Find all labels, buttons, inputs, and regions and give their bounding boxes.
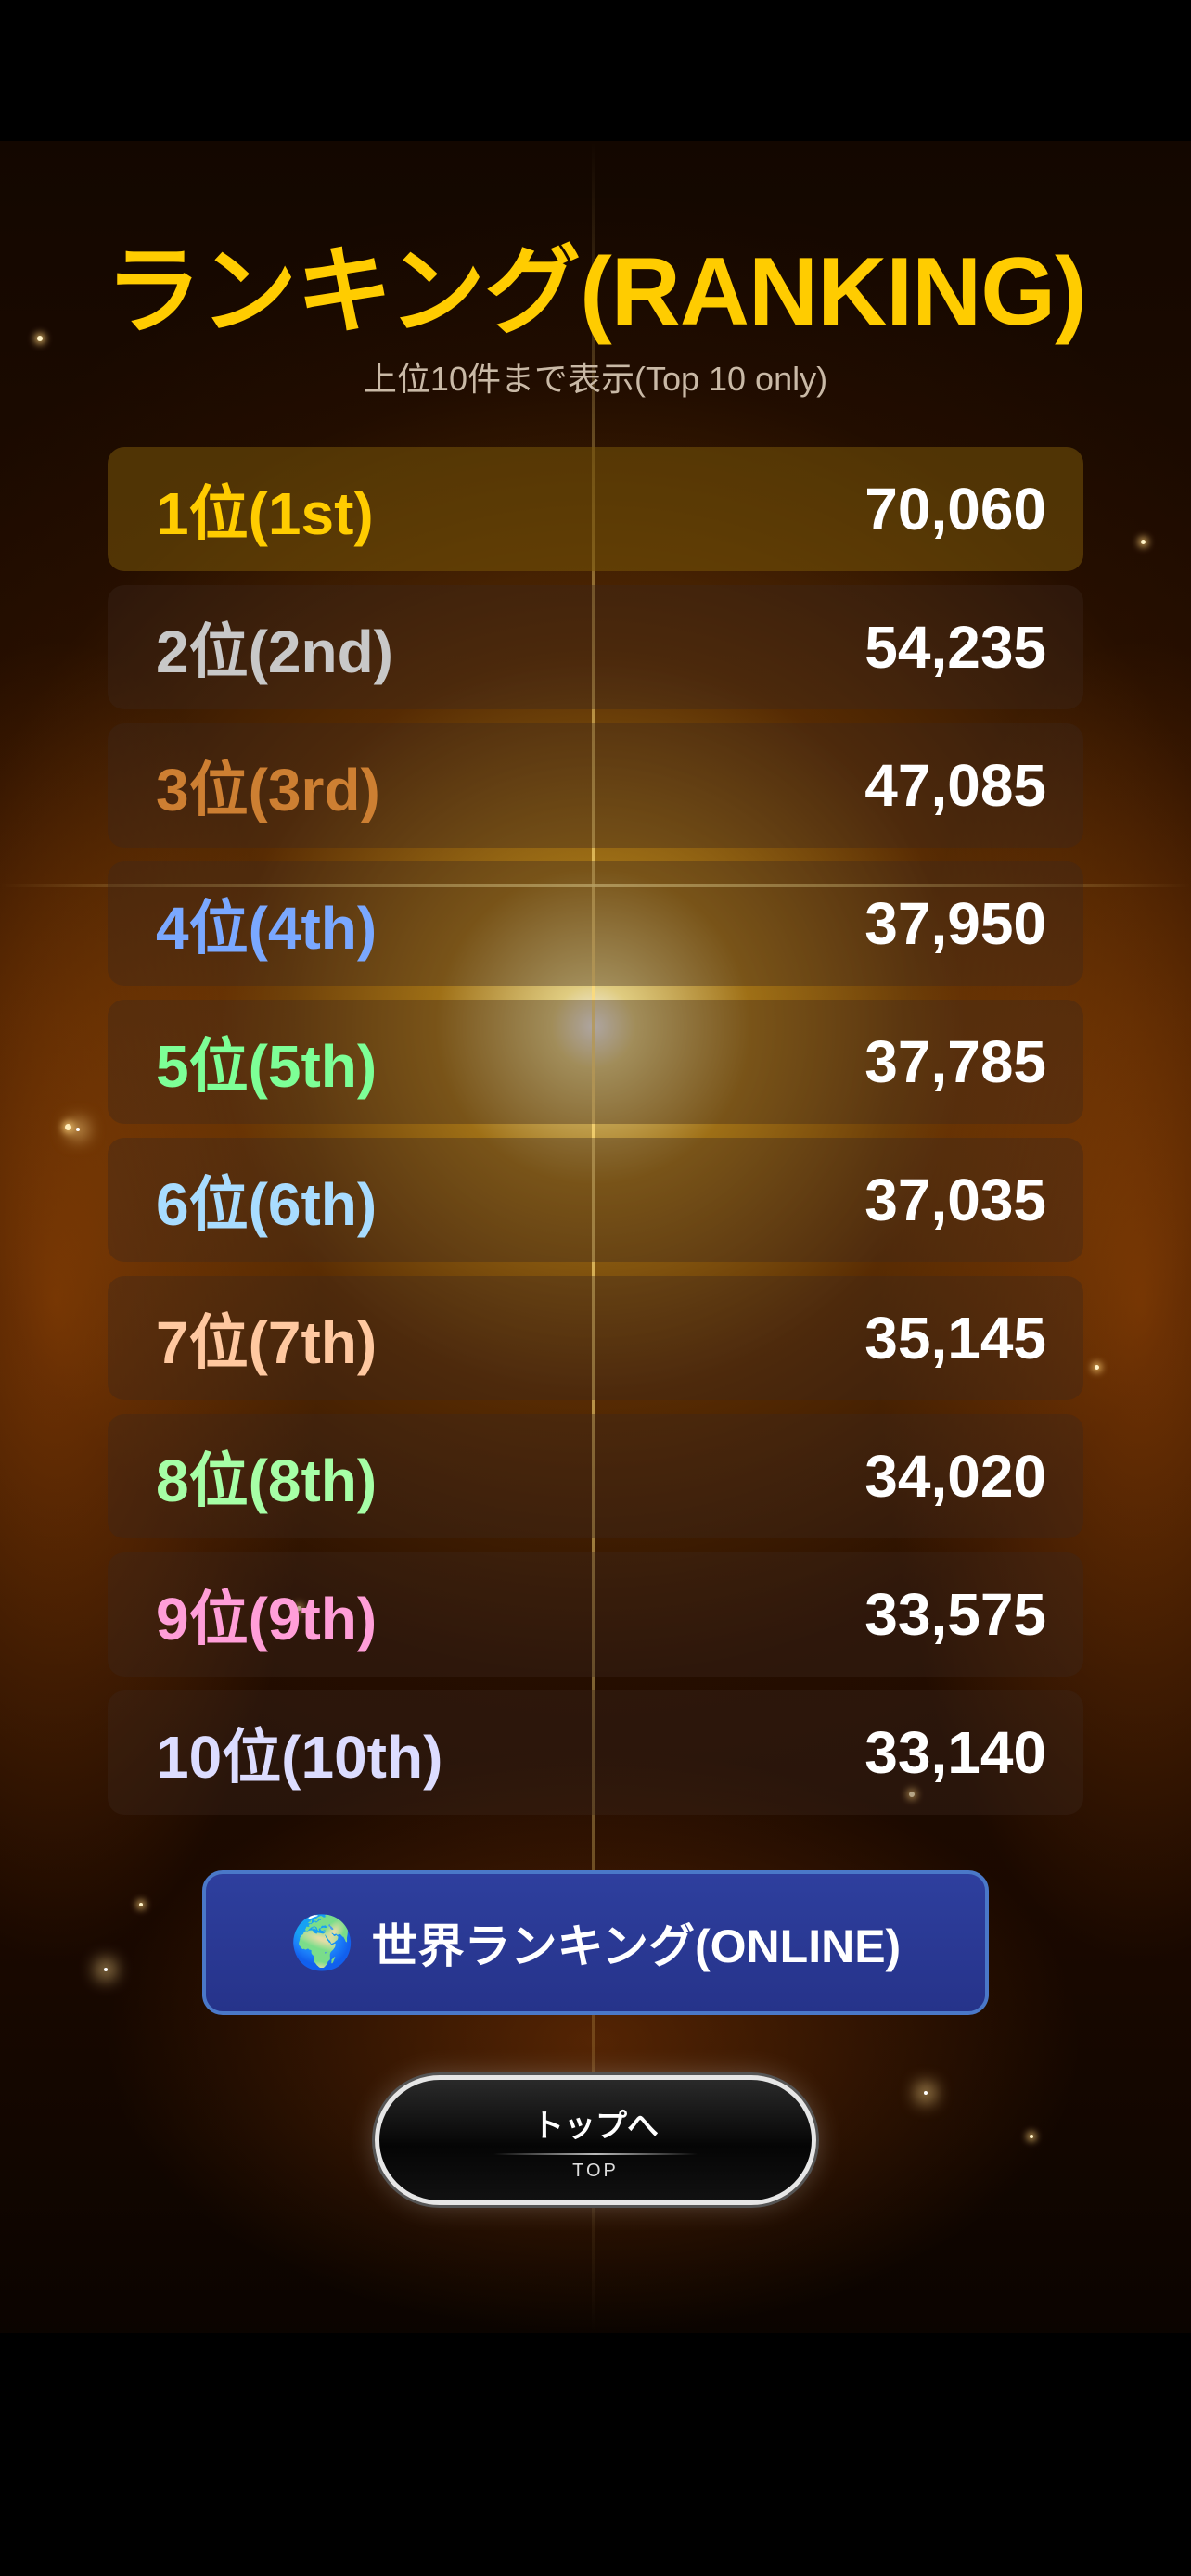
rank-label: 1位(1st) bbox=[156, 480, 374, 547]
top-button-divider bbox=[493, 2153, 698, 2155]
rank-label: 4位(4th) bbox=[156, 895, 378, 962]
rank-score: 37,950 bbox=[864, 890, 1046, 957]
sparkle bbox=[924, 2091, 928, 2095]
rank-score: 33,140 bbox=[864, 1719, 1046, 1786]
rank-label: 2位(2nd) bbox=[156, 618, 393, 685]
star bbox=[1095, 1365, 1099, 1370]
rank-label: 3位(3rd) bbox=[156, 757, 380, 823]
star bbox=[139, 1903, 143, 1906]
page-title: ランキング(RANKING) bbox=[105, 238, 1086, 346]
rank-score: 47,085 bbox=[864, 752, 1046, 819]
rank-label: 8位(8th) bbox=[156, 1447, 378, 1514]
world-ranking-label: 世界ランキング(ONLINE) bbox=[371, 1920, 902, 1972]
ranking-row-8: 8位(8th) 34,020 bbox=[108, 1414, 1083, 1538]
sparkle bbox=[76, 1128, 80, 1131]
rank-label: 6位(6th) bbox=[156, 1171, 378, 1238]
star bbox=[1141, 540, 1146, 544]
rank-score: 54,235 bbox=[864, 614, 1046, 681]
ranking-row-7: 7位(7th) 35,145 bbox=[108, 1276, 1083, 1400]
top-button-label: トップへ bbox=[532, 2109, 659, 2144]
ranking-row-2: 2位(2nd) 54,235 bbox=[108, 585, 1083, 709]
rank-score: 37,035 bbox=[864, 1167, 1046, 1233]
ranking-row-5: 5位(5th) 37,785 bbox=[108, 1000, 1083, 1124]
rank-score: 35,145 bbox=[864, 1305, 1046, 1371]
page-subtitle: 上位10件まで表示(Top 10 only) bbox=[363, 360, 828, 398]
world-ranking-button[interactable]: 🌍 世界ランキング(ONLINE) bbox=[202, 1870, 989, 2015]
rank-label: 5位(5th) bbox=[156, 1033, 378, 1100]
star bbox=[1030, 2135, 1033, 2138]
ranking-row-10: 10位(10th) 33,140 bbox=[108, 1690, 1083, 1815]
globe-icon: 🌍 bbox=[289, 1913, 355, 1971]
star bbox=[65, 1124, 71, 1130]
rank-score: 34,020 bbox=[864, 1443, 1046, 1510]
ranking-row-4: 4位(4th) 37,950 bbox=[108, 861, 1083, 986]
ranking-row-3: 3位(3rd) 47,085 bbox=[108, 723, 1083, 848]
rank-score: 70,060 bbox=[864, 476, 1046, 542]
ranking-row-6: 6位(6th) 37,035 bbox=[108, 1138, 1083, 1262]
sparkle bbox=[104, 1968, 108, 1971]
ranking-list: 1位(1st) 70,060 2位(2nd) 54,235 3位(3rd) 47… bbox=[108, 447, 1083, 1829]
top-button-sublabel: TOP bbox=[572, 2161, 619, 2181]
ranking-row-1: 1位(1st) 70,060 bbox=[108, 447, 1083, 571]
rank-label: 10位(10th) bbox=[156, 1724, 443, 1791]
rank-label: 7位(7th) bbox=[156, 1309, 378, 1376]
rank-score: 33,575 bbox=[864, 1581, 1046, 1648]
top-button[interactable]: トップへ TOP bbox=[375, 2075, 816, 2205]
ranking-row-9: 9位(9th) 33,575 bbox=[108, 1552, 1083, 1677]
screen: ランキング(RANKING) 上位10件まで表示(Top 10 only) 1位… bbox=[0, 0, 1191, 2576]
rank-score: 37,785 bbox=[864, 1028, 1046, 1095]
rank-label: 9位(9th) bbox=[156, 1586, 378, 1652]
